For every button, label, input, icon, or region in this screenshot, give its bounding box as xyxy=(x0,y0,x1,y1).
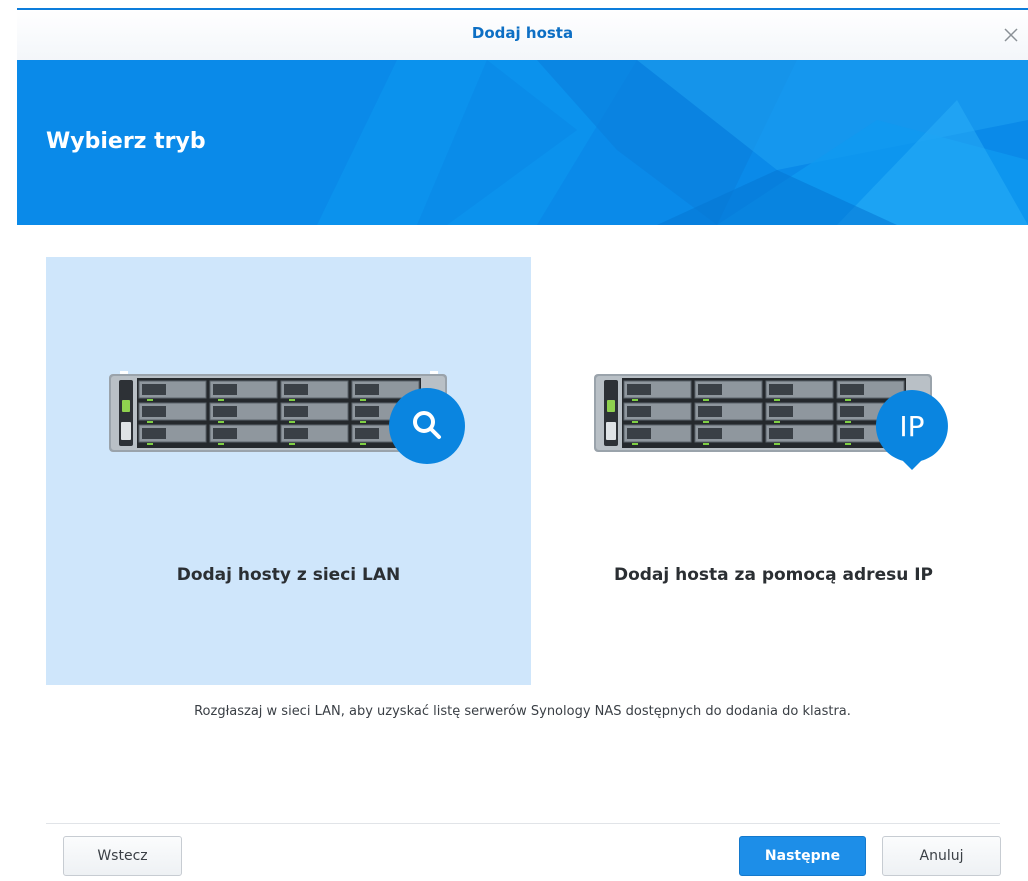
cancel-button[interactable]: Anuluj xyxy=(882,836,1001,876)
mode-description: Rozgłaszaj w sieci LAN, aby uzyskać list… xyxy=(194,704,851,719)
footer-divider xyxy=(46,823,1000,824)
ip-badge-text: IP xyxy=(899,410,924,443)
ip-badge-icon: IP xyxy=(875,390,948,470)
mode-card-ip[interactable]: IP Dodaj hosta za pomocą adresu IP xyxy=(531,257,1016,685)
mode-label-lan: Dodaj hosty z sieci LAN xyxy=(176,565,401,585)
close-icon[interactable] xyxy=(1000,24,1022,46)
header-banner: Wybierz tryb xyxy=(17,60,1028,225)
dialog-titlebar: Dodaj hosta xyxy=(17,8,1028,60)
nas-rack-image xyxy=(109,371,465,464)
banner-heading: Wybierz tryb xyxy=(46,129,206,154)
back-button[interactable]: Wstecz xyxy=(63,836,182,876)
add-host-dialog: Dodaj hosta Wybierz tryb Dodaj hosty z s… xyxy=(17,8,1028,881)
next-button[interactable]: Następne xyxy=(739,836,866,876)
dialog-title: Dodaj hosta xyxy=(471,24,574,42)
mode-card-lan[interactable]: Dodaj hosty z sieci LAN xyxy=(46,257,531,685)
nas-rack-image: IP xyxy=(594,371,948,470)
mode-label-ip: Dodaj hosta za pomocą adresu IP xyxy=(613,565,934,585)
search-icon xyxy=(389,388,465,464)
